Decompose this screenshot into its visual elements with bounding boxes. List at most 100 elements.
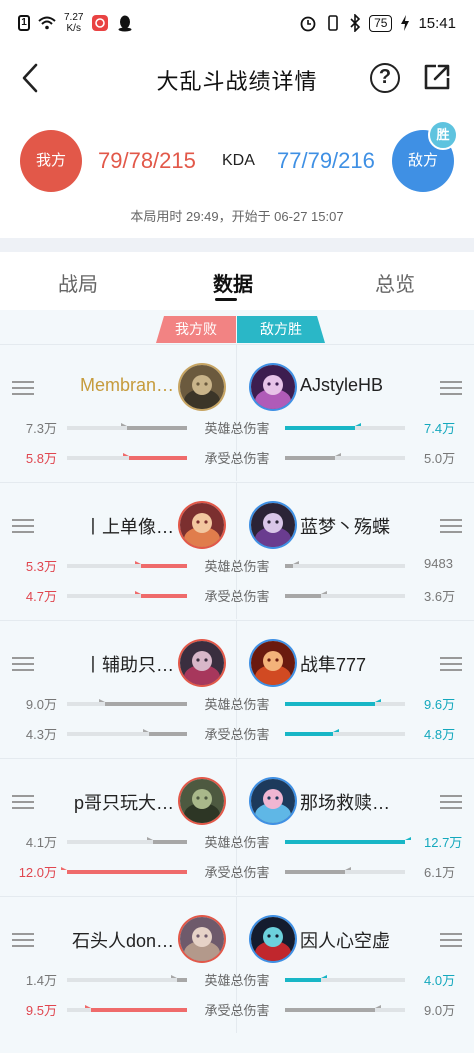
left-damage-bar-tip <box>147 837 153 840</box>
damage-stat-label: 英雄总伤害 <box>204 973 270 988</box>
enemy-player-name[interactable]: 因人心空虚 <box>300 927 390 953</box>
right-damage-bar-tip <box>375 699 381 702</box>
our-kda: 79/78/215 <box>98 148 196 173</box>
drag-handle-icon[interactable] <box>12 381 34 395</box>
right-taken-bar-tip <box>345 867 351 870</box>
taken-stat-label: 承受总伤害 <box>204 865 270 880</box>
drag-handle-icon[interactable] <box>440 795 462 809</box>
damage-stat-label: 英雄总伤害 <box>204 697 270 712</box>
wifi-icon <box>38 16 56 30</box>
our-taken-value: 5.8万 <box>25 451 57 466</box>
enemy-champion-avatar[interactable] <box>251 503 295 547</box>
tab-overview[interactable]: 总览 <box>375 268 415 297</box>
drag-handle-icon[interactable] <box>12 795 34 809</box>
page-title: 大乱斗战绩详情 <box>156 69 318 94</box>
right-taken-bar <box>285 867 405 874</box>
our-champion-avatar[interactable] <box>180 503 224 547</box>
tab-battle[interactable]: 战局 <box>58 268 98 297</box>
enemy-champion-avatar[interactable] <box>251 641 295 685</box>
left-damage-bar-fill <box>99 699 187 706</box>
left-taken-bar-tip <box>61 867 67 870</box>
damage-stat-row: 9.0万 英雄总伤害 9.6万 <box>0 692 474 712</box>
damage-stat-label: 英雄总伤害 <box>204 835 270 850</box>
right-damage-bar-tip <box>293 561 299 564</box>
left-damage-bar-tip <box>99 699 105 702</box>
enemy-champion-avatar[interactable] <box>251 917 295 961</box>
left-taken-bar-tip <box>135 591 141 594</box>
left-damage-bar <box>67 561 187 568</box>
right-taken-bar-tip <box>335 453 341 456</box>
our-damage-value: 9.0万 <box>25 697 57 712</box>
left-taken-bar <box>67 729 187 736</box>
right-taken-bar-fill <box>285 453 341 460</box>
right-damage-bar-tip <box>355 423 361 426</box>
left-damage-bar-tip <box>135 561 141 564</box>
our-player-name[interactable]: p哥只玩大… <box>74 789 174 815</box>
charging-icon <box>401 15 410 31</box>
battery-level: 75 <box>369 14 393 32</box>
active-tab-indicator <box>215 298 237 301</box>
right-damage-bar-tip <box>321 975 327 978</box>
right-taken-bar-fill <box>285 1005 381 1012</box>
our-champion-avatar[interactable] <box>180 779 224 823</box>
our-player-name[interactable]: 石头人don… <box>72 927 174 953</box>
drag-handle-icon[interactable] <box>440 933 462 947</box>
player-matchup-row: 丨辅助只… 战隼777 9.0万 英雄总伤害 9.6万 4.3万 承受总伤害 4.8万 <box>0 620 474 757</box>
right-damage-bar-fill <box>285 561 299 568</box>
enemy-taken-value: 9.0万 <box>424 1003 456 1018</box>
app-icon <box>92 15 109 31</box>
enemy-player-name[interactable]: 那场救赎… <box>300 789 390 815</box>
left-damage-bar <box>67 975 187 982</box>
help-icon[interactable]: ? <box>370 63 400 93</box>
drag-handle-icon[interactable] <box>12 933 34 947</box>
title-bar: 大乱斗战绩详情 ? <box>0 48 474 108</box>
enemy-champion-avatar[interactable] <box>251 779 295 823</box>
our-player-name[interactable]: 丨辅助只… <box>84 651 174 677</box>
taken-stat-row: 9.5万 承受总伤害 9.0万 <box>0 998 474 1018</box>
right-damage-bar-tip <box>405 837 411 840</box>
our-taken-value: 4.7万 <box>25 589 57 604</box>
right-damage-bar <box>285 975 405 982</box>
left-taken-bar-tip <box>85 1005 91 1008</box>
right-taken-bar <box>285 591 405 598</box>
enemy-player-name[interactable]: 蓝梦丶殇蝶 <box>300 513 390 539</box>
right-damage-bar <box>285 423 405 430</box>
tab-bar: 战局 数据 总览 <box>0 252 474 310</box>
taken-stat-row: 5.8万 承受总伤害 5.0万 <box>0 446 474 466</box>
drag-handle-icon[interactable] <box>440 657 462 671</box>
enemy-player-name[interactable]: AJstyleHB <box>300 375 383 396</box>
left-taken-bar-fill <box>135 591 187 598</box>
our-champion-avatar[interactable] <box>180 365 224 409</box>
right-damage-bar-fill <box>285 423 361 430</box>
our-champion-avatar[interactable] <box>180 641 224 685</box>
our-damage-value: 1.4万 <box>25 973 57 988</box>
left-damage-bar-tip <box>171 975 177 978</box>
enemy-player-name[interactable]: 战隼777 <box>300 651 366 677</box>
our-team-badge: 我方 <box>20 130 82 192</box>
drag-handle-icon[interactable] <box>440 519 462 533</box>
status-bar: 1 7.27 K/s 75 15:41 <box>0 0 474 46</box>
external-link-icon[interactable] <box>422 62 452 92</box>
right-damage-bar-fill <box>285 699 381 706</box>
taken-stat-label: 承受总伤害 <box>204 451 270 466</box>
left-taken-bar-tip <box>143 729 149 732</box>
our-champion-avatar[interactable] <box>180 917 224 961</box>
enemy-taken-value: 4.8万 <box>424 727 456 742</box>
our-player-name[interactable]: Membran… <box>80 375 174 396</box>
tab-data[interactable]: 数据 <box>213 268 253 297</box>
vibrate-icon <box>328 15 338 31</box>
drag-handle-icon[interactable] <box>12 519 34 533</box>
enemy-champion-avatar[interactable] <box>251 365 295 409</box>
right-taken-bar <box>285 453 405 460</box>
net-speed-value: 7.27 <box>64 12 84 23</box>
our-damage-value: 7.3万 <box>25 421 57 436</box>
our-player-name[interactable]: 丨上单像… <box>84 513 174 539</box>
player-matchup-row: 石头人don… 因人心空虚 1.4万 英雄总伤害 4.0万 9.5万 承受总伤害 9.0万 <box>0 896 474 1033</box>
right-taken-bar <box>285 729 405 736</box>
drag-handle-icon[interactable] <box>12 657 34 671</box>
drag-handle-icon[interactable] <box>440 381 462 395</box>
taken-stat-label: 承受总伤害 <box>204 589 270 604</box>
left-taken-bar-fill <box>123 453 187 460</box>
our-damage-value: 5.3万 <box>25 559 57 574</box>
right-taken-bar <box>285 1005 405 1012</box>
